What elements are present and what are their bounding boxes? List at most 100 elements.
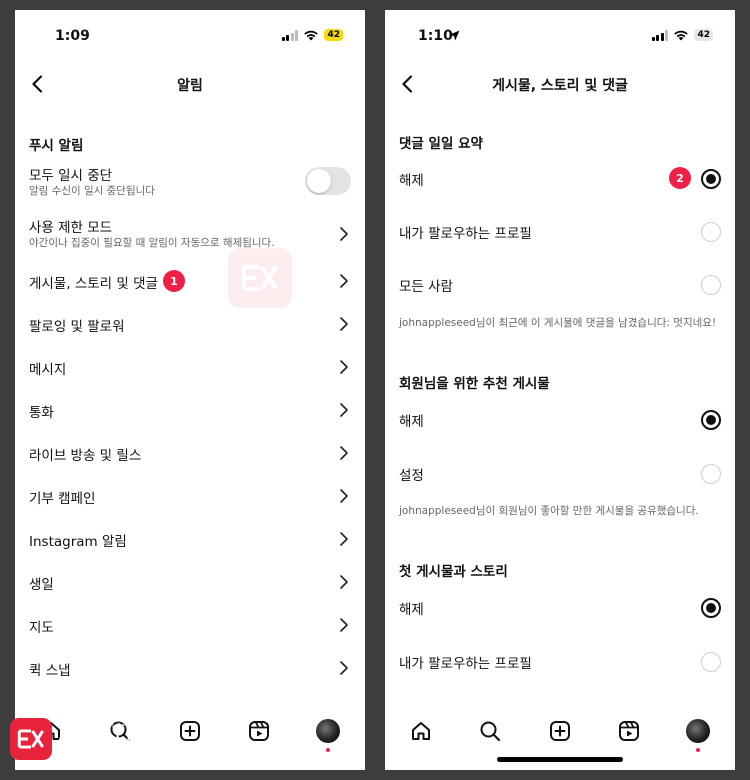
tab-search[interactable] xyxy=(470,714,510,748)
settings-menu-item[interactable]: 라이브 방송 및 릴스 xyxy=(15,433,365,473)
settings-menu-item-label: Instagram 알림 xyxy=(29,534,127,550)
notification-dot xyxy=(696,748,700,752)
reels-icon xyxy=(249,721,269,741)
pause-all-row: 모두 일시 중단 알림 수신이 일시 중단됩니다 xyxy=(15,160,365,210)
wifi-icon xyxy=(304,30,319,41)
settings-menu-item-label: 기부 캠페인 xyxy=(29,491,96,507)
comment-summary-option-label: 해제 xyxy=(399,173,424,189)
settings-menu-item-label: 라이브 방송 및 릴스 xyxy=(29,448,142,464)
tab-profile[interactable] xyxy=(308,714,348,752)
settings-menu-item[interactable]: 팔로잉 및 팔로워 xyxy=(15,304,365,344)
settings-menu-item-label: 퀵 스냅 xyxy=(29,663,71,679)
page-title: 게시물, 스토리 및 댓글 xyxy=(492,78,628,94)
suggested-posts-option-label: 해제 xyxy=(399,414,424,430)
radio-button[interactable] xyxy=(701,464,721,484)
status-bar: 1:09 42 xyxy=(15,10,365,62)
location-arrow-icon xyxy=(449,30,460,41)
battery-indicator: 42 xyxy=(694,29,713,41)
chevron-right-icon xyxy=(340,532,348,546)
notifications-screen: 1:09 42 알림 푸시 알림 모두 일시 중단 알림 수신이 일시 중단됩니… xyxy=(15,10,365,770)
first-posts-option[interactable]: 내가 팔로우하는 프로필 xyxy=(385,641,735,681)
radio-button[interactable] xyxy=(701,410,721,430)
posts-stories-comments-screen: 1:10 42 게시물, 스토리 및 댓글 댓글 일일 요약 해제내가 팔로우하… xyxy=(385,10,735,770)
notification-dot xyxy=(326,748,330,752)
settings-menu-item[interactable]: 퀵 스냅 xyxy=(15,648,365,688)
profile-avatar xyxy=(686,719,710,743)
pause-all-label: 모두 일시 중단 xyxy=(29,168,113,184)
settings-menu-item[interactable]: 생일 xyxy=(15,562,365,602)
status-bar: 1:10 42 xyxy=(385,10,735,62)
chevron-right-icon xyxy=(340,661,348,675)
comment-summary-option-label: 모든 사람 xyxy=(399,279,453,295)
step-badge: 2 xyxy=(669,167,691,189)
create-icon xyxy=(550,721,570,741)
tab-reels[interactable] xyxy=(609,714,649,748)
settings-menu-item-label: 팔로잉 및 팔로워 xyxy=(29,319,125,335)
watermark-tagline: More Better IT Life xyxy=(58,723,126,730)
profile-avatar xyxy=(316,719,340,743)
section-header-comment-summary: 댓글 일일 요약 xyxy=(399,136,483,152)
settings-menu-item[interactable]: 통화 xyxy=(15,390,365,430)
battery-indicator: 42 xyxy=(324,29,343,41)
pause-all-toggle[interactable] xyxy=(305,167,351,195)
comment-summary-option-label: 내가 팔로우하는 프로필 xyxy=(399,226,532,242)
section-header-first-posts: 첫 게시물과 스토리 xyxy=(399,564,508,580)
chevron-right-icon xyxy=(340,360,348,374)
step-badge: 1 xyxy=(163,270,185,292)
watermark-center xyxy=(228,248,292,308)
first-posts-option[interactable]: 해제 xyxy=(385,587,735,627)
status-time: 1:10 xyxy=(418,28,453,44)
suggested-posts-option[interactable]: 해제 xyxy=(385,399,735,439)
chevron-right-icon xyxy=(340,618,348,632)
chevron-right-icon xyxy=(340,575,348,589)
reels-icon xyxy=(619,721,639,741)
settings-list: 푸시 알림 모두 일시 중단 알림 수신이 일시 중단됩니다 사용 제한 모드 … xyxy=(15,106,365,704)
watermark-logo-icon xyxy=(228,248,292,308)
create-icon xyxy=(180,721,200,741)
first-posts-option-label: 내가 팔로우하는 프로필 xyxy=(399,656,532,672)
settings-menu-item[interactable]: 기부 캠페인 xyxy=(15,476,365,516)
radio-button[interactable] xyxy=(701,652,721,672)
page-title: 알림 xyxy=(177,78,203,94)
suggested-description: johnappleseed님이 회원님이 좋아할 만한 게시물을 공유했습니다. xyxy=(399,505,699,517)
settings-list: 댓글 일일 요약 해제 내가 팔로우하는 프로필 모든 사람 2 johnapple… xyxy=(385,106,735,704)
settings-menu-item[interactable]: 메시지 xyxy=(15,347,365,387)
chevron-right-icon xyxy=(340,403,348,417)
radio-button[interactable] xyxy=(701,169,721,189)
posts-stories-comments-label: 게시물, 스토리 및 댓글 xyxy=(29,276,158,292)
tab-profile[interactable] xyxy=(678,714,718,752)
nav-bar: 게시물, 스토리 및 댓글 xyxy=(385,62,735,106)
settings-menu-item[interactable]: 지도 xyxy=(15,605,365,645)
wifi-icon xyxy=(674,30,689,41)
pause-all-subtitle: 알림 수신이 일시 중단됩니다 xyxy=(29,185,155,197)
restricted-mode-row[interactable]: 사용 제한 모드 야간이나 집중이 필요할 때 알림이 자동으로 해제됩니다. xyxy=(15,212,365,262)
chevron-right-icon xyxy=(340,489,348,503)
suggested-posts-option-label: 설정 xyxy=(399,468,424,484)
restricted-mode-label: 사용 제한 모드 xyxy=(29,220,113,236)
tab-home[interactable] xyxy=(401,714,441,748)
home-indicator xyxy=(497,757,623,762)
tab-reels[interactable] xyxy=(239,714,279,748)
watermark-name: 익스트림 매뉴얼 xyxy=(58,735,174,755)
cellular-signal-icon xyxy=(651,29,669,41)
settings-menu-item-label: 생일 xyxy=(29,577,54,593)
chevron-right-icon xyxy=(340,274,348,288)
settings-menu-item-label: 메시지 xyxy=(29,362,67,378)
settings-menu-item-label: 통화 xyxy=(29,405,54,421)
radio-button[interactable] xyxy=(701,598,721,618)
toggle-knob xyxy=(307,169,331,193)
chevron-right-icon xyxy=(340,446,348,460)
radio-button[interactable] xyxy=(701,222,721,242)
settings-menu-item[interactable]: Instagram 알림 xyxy=(15,519,365,559)
home-icon xyxy=(412,722,430,740)
tab-create[interactable] xyxy=(540,714,580,748)
comment-summary-option[interactable]: 모든 사람 xyxy=(385,264,735,304)
posts-stories-comments-row[interactable]: 게시물, 스토리 및 댓글 1 xyxy=(15,261,365,301)
section-header-push: 푸시 알림 xyxy=(29,138,84,154)
radio-button[interactable] xyxy=(701,275,721,295)
tab-create[interactable] xyxy=(170,714,210,748)
suggested-posts-option[interactable]: 설정 xyxy=(385,453,735,493)
first-posts-option-label: 해제 xyxy=(399,602,424,618)
comment-summary-option[interactable]: 내가 팔로우하는 프로필 xyxy=(385,211,735,251)
settings-menu-item-label: 지도 xyxy=(29,620,54,636)
